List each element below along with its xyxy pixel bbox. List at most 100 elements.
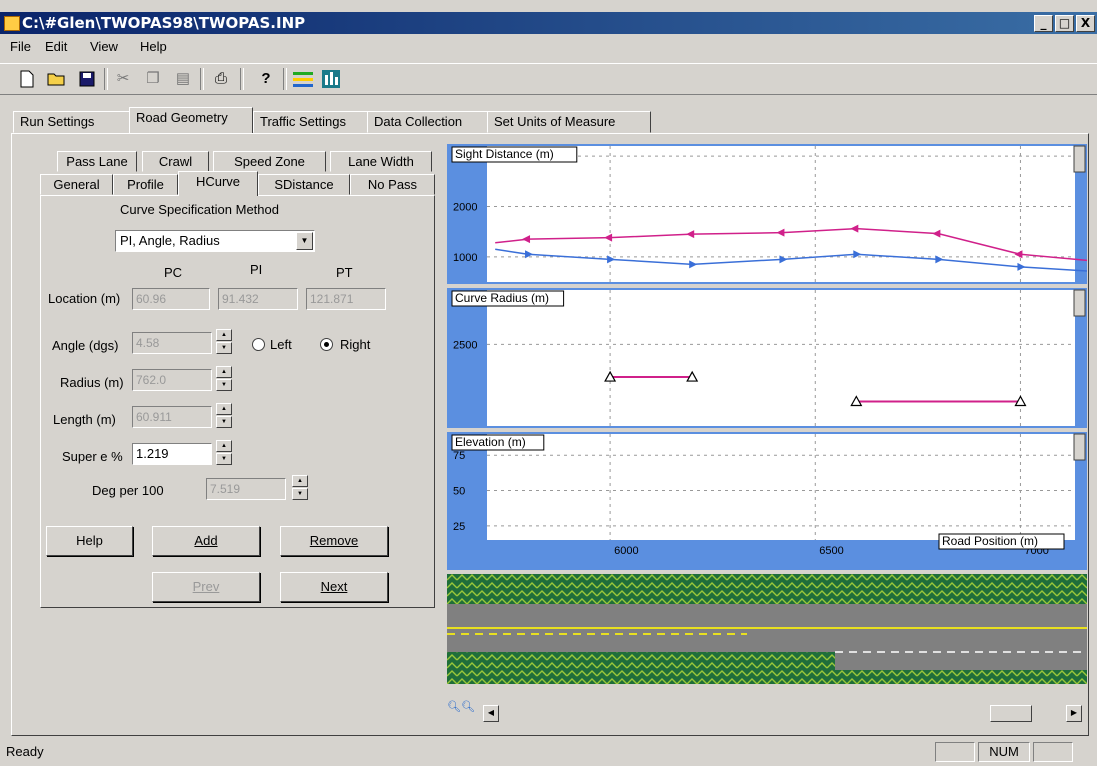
- tab-pass-lane[interactable]: Pass Lane: [57, 151, 137, 172]
- tab-no-pass[interactable]: No Pass: [350, 174, 435, 195]
- zoom-icons[interactable]: 🔍︎🔍︎: [447, 697, 475, 717]
- tab-profile[interactable]: Profile: [113, 174, 178, 195]
- y-tick-label: 1000: [453, 252, 477, 264]
- super-label: Super e %: [62, 449, 123, 464]
- x-tick-label: 6500: [819, 545, 843, 557]
- minimize-button[interactable]: _: [1034, 15, 1053, 32]
- radius-field[interactable]: 762.0: [132, 369, 212, 391]
- status-cell: [1033, 742, 1073, 762]
- chart-view-icon[interactable]: [320, 68, 342, 90]
- open-folder-icon[interactable]: [46, 68, 68, 90]
- curve-method-value: PI, Angle, Radius: [120, 233, 220, 248]
- tab-set-units[interactable]: Set Units of Measure: [487, 111, 651, 133]
- deg-field[interactable]: 7.519: [206, 478, 286, 500]
- scroll-thumb[interactable]: [990, 705, 1032, 722]
- help-question-icon[interactable]: ?: [255, 68, 277, 90]
- status-cell: [935, 742, 975, 762]
- scroll-right-button[interactable]: ▶: [1066, 705, 1082, 722]
- location-pi-field[interactable]: 91.432: [218, 288, 298, 310]
- title-bar: C:\#Glen\TWOPAS98\TWOPAS.INP _ □ X: [0, 12, 1097, 34]
- menu-view[interactable]: View: [90, 39, 118, 54]
- save-disk-icon[interactable]: [76, 68, 98, 90]
- col-pi: PI: [250, 262, 263, 277]
- status-text: Ready: [6, 744, 44, 759]
- location-pt-field[interactable]: 121.871: [306, 288, 386, 310]
- graph-title: Sight Distance (m): [455, 147, 554, 161]
- tab-general[interactable]: General: [40, 174, 113, 195]
- curve-method-label: Curve Specification Method: [120, 202, 279, 217]
- col-pc: PC: [164, 265, 183, 280]
- menu-help[interactable]: Help: [140, 39, 167, 54]
- tab-traffic-settings[interactable]: Traffic Settings: [253, 111, 368, 133]
- menu-file[interactable]: File: [10, 39, 31, 54]
- tab-run-settings[interactable]: Run Settings: [13, 111, 130, 133]
- length-field[interactable]: 60.911: [132, 406, 212, 428]
- angle-field[interactable]: 4.58: [132, 332, 212, 354]
- tab-hcurve[interactable]: HCurve: [178, 171, 258, 196]
- y-tick-label: 50: [453, 486, 465, 498]
- super-stepper[interactable]: ▲ ▼: [216, 440, 232, 466]
- graph-area: 300020001000Sight Distance (m)2500Curve …: [447, 144, 1087, 570]
- next-button[interactable]: Next: [280, 572, 388, 602]
- passing-lane: [835, 652, 1087, 670]
- prev-button[interactable]: Prev: [152, 572, 260, 602]
- graph-title: Curve Radius (m): [455, 291, 549, 305]
- new-file-icon[interactable]: [16, 68, 38, 90]
- tab-data-collection[interactable]: Data Collection: [367, 111, 488, 133]
- radius-stepper[interactable]: ▲ ▼: [216, 366, 232, 392]
- paste-icon[interactable]: ▤: [172, 68, 194, 90]
- add-button[interactable]: Add: [152, 526, 260, 556]
- zoom-icon[interactable]: 🔍︎🔍︎: [447, 701, 475, 713]
- deg-label: Deg per 100: [92, 483, 164, 498]
- graph-title: Elevation (m): [455, 435, 526, 449]
- app-icon: [4, 16, 20, 31]
- maximize-button[interactable]: □: [1055, 15, 1074, 32]
- status-bar: Ready NUM: [0, 738, 1097, 766]
- y-tick-label: 2000: [453, 201, 477, 213]
- zoom-control: [1073, 289, 1086, 317]
- angle-stepper[interactable]: ▲ ▼: [216, 329, 232, 355]
- road-view-icon[interactable]: [292, 68, 314, 90]
- tab-crawl[interactable]: Crawl: [142, 151, 209, 172]
- chevron-down-icon[interactable]: ▼: [296, 232, 313, 250]
- menu-edit[interactable]: Edit: [45, 39, 67, 54]
- toolbar-separator: [200, 68, 204, 90]
- cut-scissors-icon[interactable]: ✂: [112, 68, 134, 90]
- tab-speed-zone[interactable]: Speed Zone: [213, 151, 326, 172]
- remove-button[interactable]: Remove: [280, 526, 388, 556]
- close-button[interactable]: X: [1076, 15, 1095, 32]
- left-radio[interactable]: [252, 338, 265, 351]
- copy-icon[interactable]: ❐: [142, 68, 164, 90]
- y-tick-label: 25: [453, 521, 465, 533]
- zoom-control: [1073, 145, 1086, 173]
- location-label: Location (m): [48, 291, 121, 306]
- zoom-control: [1073, 433, 1086, 461]
- curve-method-select[interactable]: PI, Angle, Radius ▼: [115, 230, 315, 252]
- angle-label: Angle (dgs): [52, 338, 119, 353]
- tab-sdistance[interactable]: SDistance: [258, 174, 350, 195]
- scroll-left-button[interactable]: ◀: [483, 705, 499, 722]
- toolbar-separator: [283, 68, 287, 90]
- tab-lane-width[interactable]: Lane Width: [330, 151, 432, 172]
- col-pt: PT: [336, 265, 353, 280]
- toolbar-separator: [240, 68, 244, 90]
- radius-label: Radius (m): [60, 375, 124, 390]
- x-tick-label: 6000: [614, 545, 638, 557]
- y-tick-label: 75: [453, 450, 465, 462]
- window-title: C:\#Glen\TWOPAS98\TWOPAS.INP: [22, 14, 306, 32]
- length-stepper[interactable]: ▲ ▼: [216, 403, 232, 429]
- graph-panel-plot: [487, 434, 1075, 540]
- right-label: Right: [340, 337, 371, 352]
- road-strip: [447, 574, 1087, 684]
- tab-road-geometry[interactable]: Road Geometry: [129, 107, 253, 133]
- deg-stepper[interactable]: ▲ ▼: [292, 475, 308, 501]
- location-pc-field[interactable]: 60.96: [132, 288, 210, 310]
- help-button[interactable]: Help: [46, 526, 133, 556]
- toolbar-separator: [104, 68, 108, 90]
- num-indicator: NUM: [978, 742, 1030, 762]
- print-icon[interactable]: ⎙: [210, 68, 232, 90]
- left-label: Left: [270, 337, 292, 352]
- super-elevation-input[interactable]: 1.219: [132, 443, 212, 465]
- length-label: Length (m): [53, 412, 116, 427]
- right-radio[interactable]: [320, 338, 333, 351]
